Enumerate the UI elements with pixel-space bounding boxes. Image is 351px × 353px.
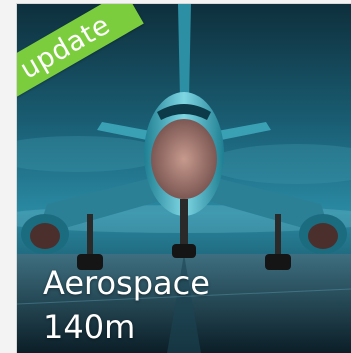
tile-caption: Aerospace 140m xyxy=(43,261,210,349)
tile-value: 140m xyxy=(43,308,136,346)
aerospace-tile[interactable]: update Aerospace 140m xyxy=(17,4,351,353)
tile-title: Aerospace xyxy=(43,264,210,302)
